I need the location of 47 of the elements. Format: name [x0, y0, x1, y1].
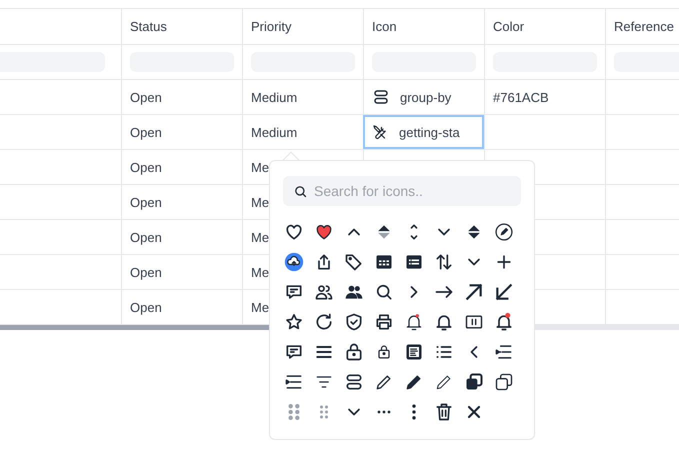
search-icon[interactable] — [374, 282, 394, 302]
arrow-down-left-icon[interactable] — [494, 282, 514, 302]
column-header[interactable]: Reference — [614, 19, 674, 34]
table-cell: Open — [130, 300, 162, 314]
printer-icon[interactable] — [374, 312, 394, 332]
star-icon[interactable] — [284, 312, 304, 332]
heart-icon[interactable] — [284, 222, 304, 242]
bell-dot-filled-icon[interactable] — [494, 312, 514, 332]
arrows-up-down-icon[interactable] — [434, 252, 454, 272]
lock-icon[interactable] — [344, 342, 364, 362]
table-cell: Me — [251, 160, 270, 174]
pencil-circle-icon[interactable] — [494, 222, 514, 242]
table-cell: Open — [130, 194, 162, 210]
tools-icon — [371, 123, 389, 141]
table-cell: Open — [130, 230, 162, 244]
icon-name: getting-sta — [399, 124, 460, 140]
column-header[interactable]: Status — [130, 19, 167, 34]
column-header[interactable]: Icon — [372, 19, 397, 34]
arrow-up-right-icon[interactable] — [464, 282, 484, 302]
table-cell: Medium — [251, 90, 298, 104]
document-icon[interactable] — [404, 342, 424, 362]
table-cell: Me — [251, 264, 270, 280]
heart-filled-icon[interactable] — [314, 222, 334, 242]
copy-icon[interactable] — [494, 372, 514, 392]
search-field[interactable]: Search for icons.. — [283, 176, 521, 206]
cloud-upload-icon[interactable] — [284, 252, 304, 272]
bell-dot-icon[interactable] — [404, 312, 424, 332]
icon-cell-editor[interactable]: getting-sta — [363, 115, 484, 149]
stacked-bars-icon — [372, 88, 390, 106]
table-cell: Open — [130, 264, 162, 280]
table-cell: Open — [130, 124, 162, 140]
table-cell: #761ACB — [493, 90, 549, 104]
table-cell: Medium — [251, 124, 298, 140]
trash-icon[interactable] — [434, 402, 454, 422]
column-header[interactable]: Priority — [251, 19, 292, 34]
table-cell: Me — [251, 194, 270, 210]
table-cell: Me — [251, 300, 270, 314]
table-cell: Open — [130, 90, 162, 104]
tag-icon[interactable] — [344, 252, 364, 272]
icon-name: group-by — [400, 90, 452, 104]
refresh-icon[interactable] — [314, 312, 334, 332]
search-icon — [293, 184, 308, 198]
table-cell: Open — [130, 160, 162, 174]
copy-filled-icon[interactable] — [464, 372, 484, 392]
shield-check-icon[interactable] — [344, 312, 364, 332]
column-header[interactable]: Color — [493, 19, 524, 34]
table-cell: Me — [251, 230, 270, 244]
